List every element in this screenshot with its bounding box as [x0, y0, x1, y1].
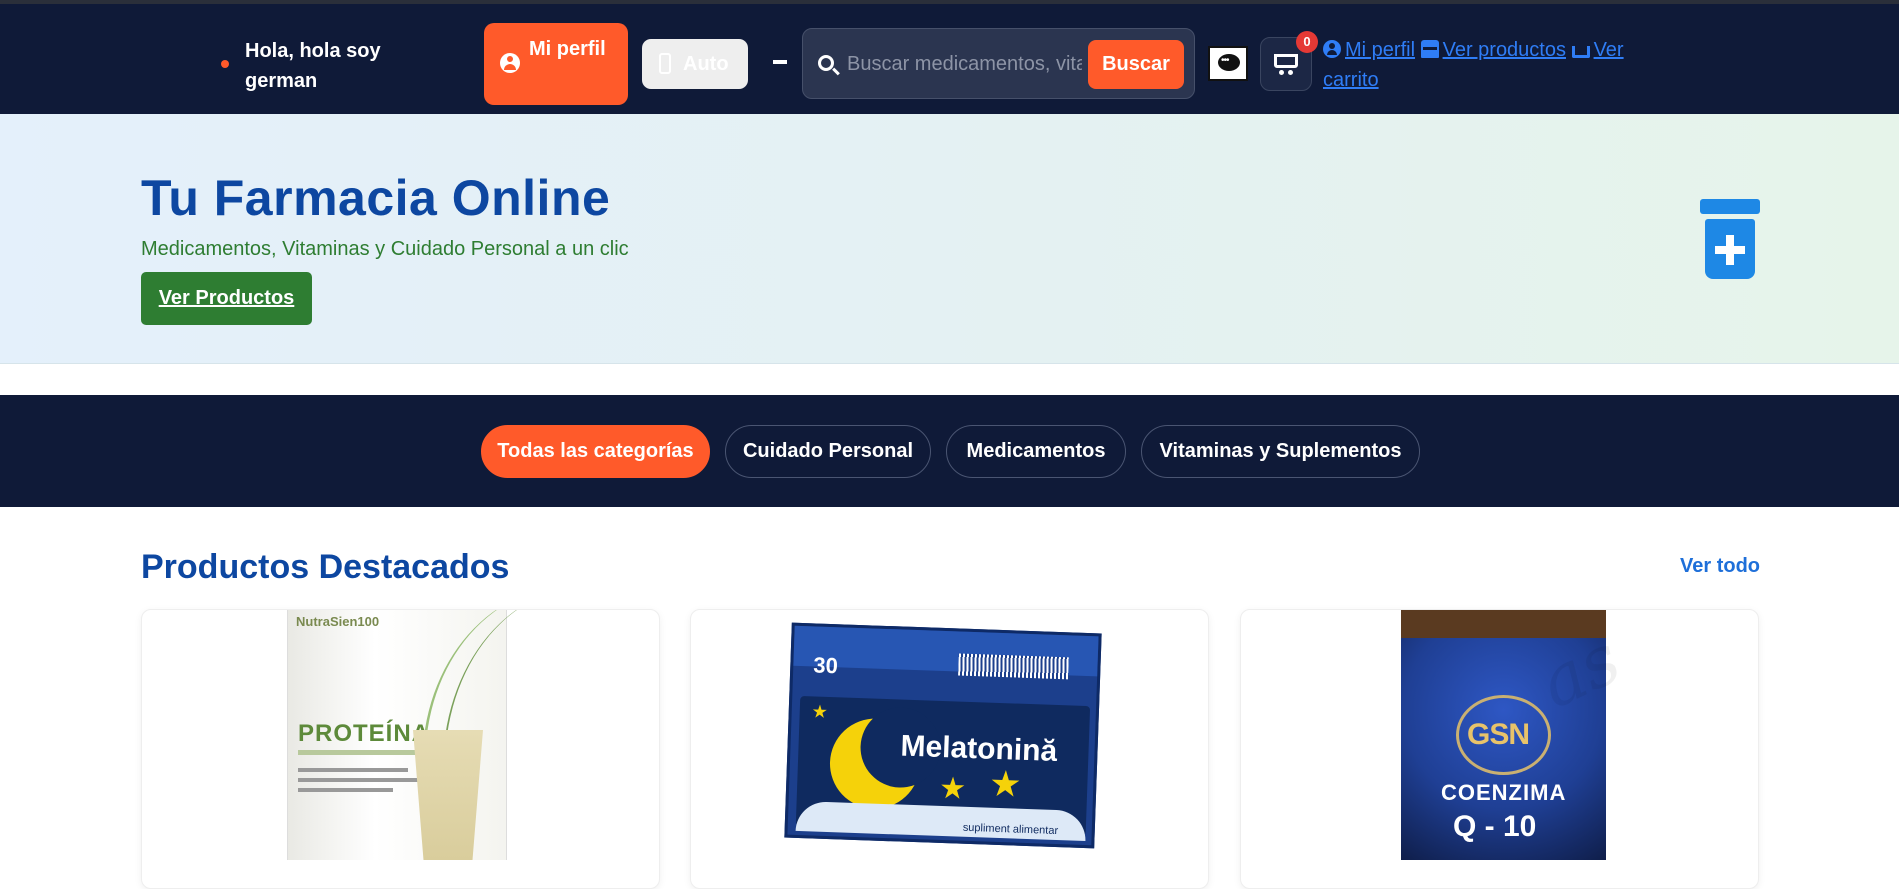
category-chip-all[interactable]: Todas las categorías	[481, 425, 710, 478]
featured-title: Productos Destacados	[141, 548, 510, 586]
header-links: Mi perfil Ver productos Ver carrito	[1323, 35, 1673, 95]
status-dot	[221, 60, 229, 68]
category-bar: Todas las categorías Cuidado Personal Me…	[0, 395, 1899, 507]
cart-count-badge: 0	[1296, 31, 1318, 53]
cart-icon	[1571, 46, 1590, 58]
category-chip-vitamins[interactable]: Vitaminas y Suplementos	[1141, 425, 1420, 478]
user-icon	[1323, 40, 1341, 58]
profile-button-label: Mi perfil	[529, 38, 606, 60]
category-chip-personal-care[interactable]: Cuidado Personal	[725, 425, 931, 478]
product-image-sublabel: Q - 10	[1453, 810, 1537, 843]
product-count: 30	[812, 652, 839, 679]
view-products-button[interactable]: Ver Productos	[141, 272, 312, 325]
product-card[interactable]: 30 Melatonină ★ ★ ★ supliment alimentar	[690, 609, 1209, 889]
separator	[773, 60, 787, 64]
product-card[interactable]: GSN COENZIMA Q - 10 as	[1240, 609, 1759, 889]
see-all-link[interactable]: Ver todo	[1680, 555, 1760, 578]
product-image-label: COENZIMA	[1441, 780, 1567, 805]
products-link[interactable]: Ver productos	[1420, 39, 1566, 61]
search-bar: Buscar	[802, 28, 1195, 99]
shopping-cart-icon	[1274, 54, 1298, 75]
product-brand: NutraSien100	[296, 614, 380, 629]
theme-toggle-button[interactable]: Auto	[642, 39, 748, 89]
profile-link[interactable]: Mi perfil	[1323, 39, 1415, 61]
product-image-melatonin: 30 Melatonină ★ ★ ★ supliment alimentar	[784, 622, 1102, 849]
product-image-protein: NutraSien100 PROTEÍNA	[287, 610, 605, 860]
search-icon	[818, 55, 834, 71]
product-image-label: PROTEÍNA	[298, 720, 431, 747]
hero-title: Tu Farmacia Online	[141, 170, 611, 226]
user-greeting: Hola, hola soy german	[245, 40, 381, 92]
hero-subtitle: Medicamentos, Vitaminas y Cuidado Person…	[141, 238, 629, 260]
product-brand: GSN	[1467, 718, 1530, 751]
user-circle-icon	[500, 53, 520, 73]
search-button[interactable]: Buscar	[1088, 40, 1184, 89]
chat-icon	[1218, 54, 1240, 71]
product-image-label: Melatonină	[900, 729, 1058, 768]
mobile-icon	[659, 53, 671, 74]
medicine-bottle-icon	[1700, 199, 1760, 282]
product-card[interactable]: NutraSien100 PROTEÍNA	[141, 609, 660, 889]
profile-link-label: Mi perfil	[1345, 39, 1416, 61]
category-chip-medicines[interactable]: Medicamentos	[946, 425, 1126, 478]
hero-banner: Tu Farmacia Online Medicamentos, Vitamin…	[0, 114, 1899, 364]
chat-button[interactable]	[1208, 46, 1248, 81]
store-icon	[1420, 40, 1439, 58]
theme-toggle-label: Auto	[683, 53, 729, 75]
search-input[interactable]	[847, 39, 1082, 89]
profile-button[interactable]: Mi perfil	[484, 23, 628, 105]
products-link-label: Ver productos	[1442, 39, 1566, 61]
top-navbar: Hola, hola soy german Mi perfil Auto Bus…	[0, 0, 1899, 114]
